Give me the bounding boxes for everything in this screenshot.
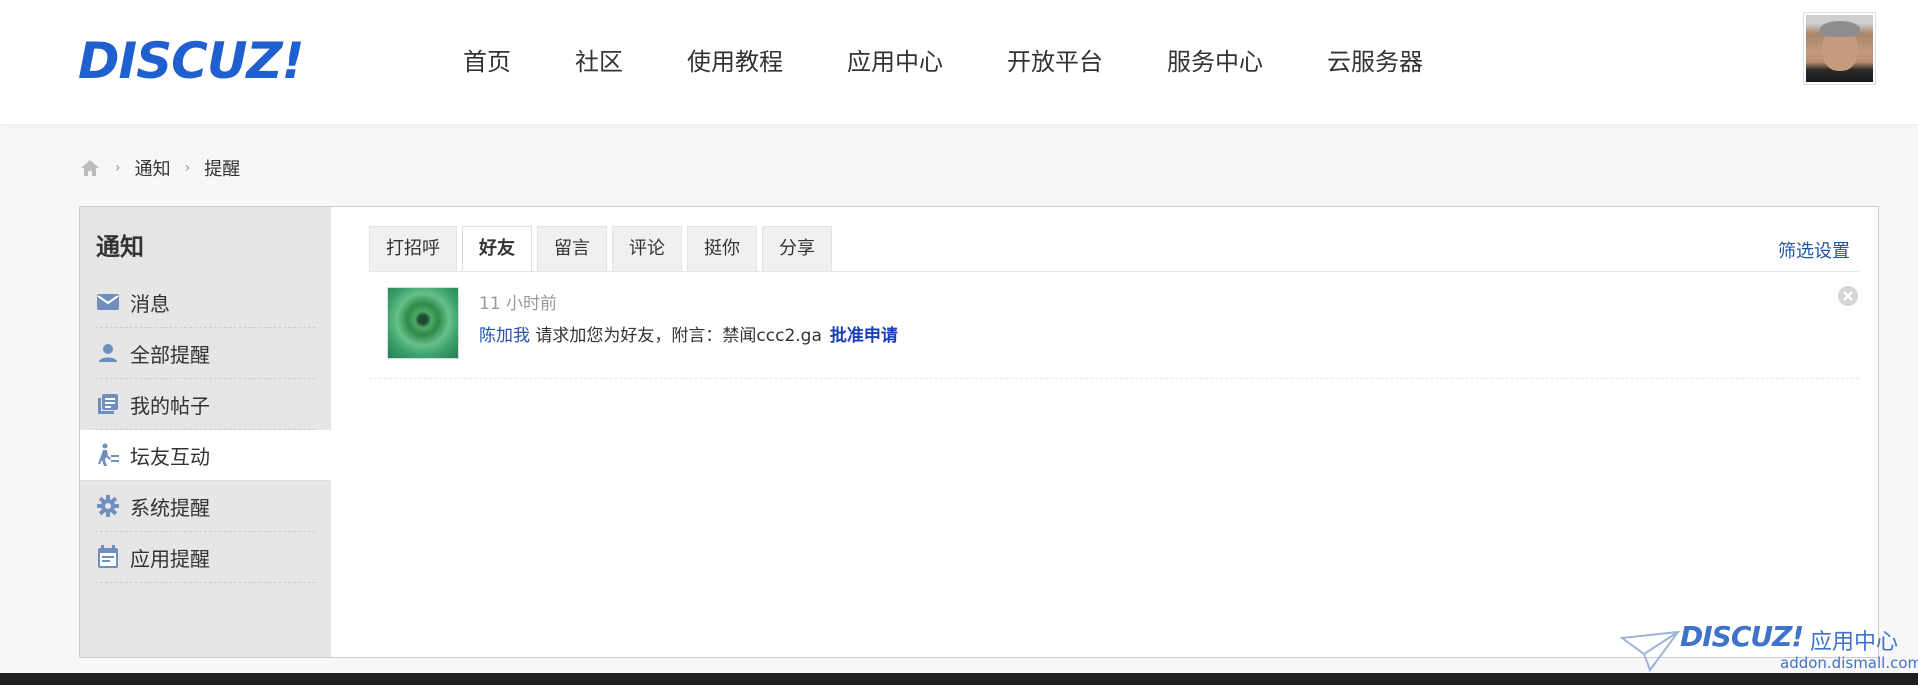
breadcrumb-separator: › bbox=[115, 160, 121, 176]
breadcrumb-separator: › bbox=[184, 160, 191, 176]
calendar-icon bbox=[96, 545, 120, 569]
notice-user-avatar[interactable] bbox=[387, 287, 459, 359]
tab-support[interactable]: 挺你 bbox=[687, 226, 757, 272]
sidebar: 通知 消息 全部提醒 我的帖子 坛友互动 系统提醒 应用提醒 bbox=[80, 207, 331, 657]
user-avatar[interactable] bbox=[1803, 12, 1876, 85]
home-icon[interactable] bbox=[79, 158, 101, 178]
nav-item-open-platform[interactable]: 开放平台 bbox=[1007, 42, 1103, 77]
notification-panel: 通知 消息 全部提醒 我的帖子 坛友互动 系统提醒 应用提醒 打招呼 好友 留言… bbox=[79, 206, 1879, 658]
notice-text: 陈加我 请求加您为好友，附言：禁闻ccc2.ga 批准申请 bbox=[479, 321, 898, 346]
site-logo[interactable]: DISCUZ! bbox=[78, 32, 304, 90]
sidebar-item-app-reminders[interactable]: 应用提醒 bbox=[95, 532, 316, 583]
sidebar-item-label: 消息 bbox=[130, 291, 170, 316]
tab-greet[interactable]: 打招呼 bbox=[369, 226, 457, 272]
sidebar-item-interaction[interactable]: 坛友互动 bbox=[80, 430, 331, 481]
sidebar-title: 通知 bbox=[96, 233, 144, 261]
watermark-label: 应用中心 bbox=[1810, 630, 1899, 655]
watermark-logo: DISCUZ! bbox=[1680, 620, 1804, 653]
content-area: 打招呼 好友 留言 评论 挺你 分享 筛选设置 11 小时前 陈加我 请求加您为… bbox=[331, 207, 1878, 657]
sidebar-item-label: 我的帖子 bbox=[130, 393, 210, 418]
breadcrumb-item-reminder[interactable]: 提醒 bbox=[204, 155, 240, 181]
site-header: DISCUZ! 首页 社区 使用教程 应用中心 开放平台 服务中心 云服务器 bbox=[0, 0, 1918, 125]
nav-item-app-center[interactable]: 应用中心 bbox=[847, 42, 943, 77]
notice-time: 11 小时前 bbox=[479, 294, 558, 314]
nav-item-service-center[interactable]: 服务中心 bbox=[1167, 42, 1263, 77]
breadcrumb: › 通知 › 提醒 bbox=[79, 155, 240, 181]
sidebar-item-label: 坛友互动 bbox=[130, 444, 210, 469]
tab-share[interactable]: 分享 bbox=[762, 226, 832, 272]
tab-friends[interactable]: 好友 bbox=[462, 226, 532, 272]
tab-comments[interactable]: 评论 bbox=[612, 226, 682, 272]
nav-item-home[interactable]: 首页 bbox=[463, 42, 511, 77]
close-icon[interactable] bbox=[1837, 285, 1859, 307]
watermark-url: addon.dismall.com bbox=[1780, 654, 1918, 672]
watermark: DISCUZ! 应用中心 addon.dismall.com bbox=[1620, 620, 1918, 675]
user-icon bbox=[96, 341, 120, 365]
notice-item: 11 小时前 陈加我 请求加您为好友，附言：禁闻ccc2.ga 批准申请 bbox=[369, 272, 1859, 379]
sidebar-item-label: 全部提醒 bbox=[130, 342, 210, 367]
sidebar-item-label: 应用提醒 bbox=[130, 546, 210, 571]
sidebar-item-system-reminders[interactable]: 系统提醒 bbox=[95, 481, 316, 532]
sidebar-item-label: 系统提醒 bbox=[130, 495, 210, 520]
tab-messages[interactable]: 留言 bbox=[537, 226, 607, 272]
footer-bar bbox=[0, 673, 1918, 685]
nav-item-cloud-server[interactable]: 云服务器 bbox=[1327, 42, 1423, 77]
sidebar-item-all-reminders[interactable]: 全部提醒 bbox=[95, 328, 316, 379]
paper-plane-icon bbox=[1620, 630, 1680, 673]
interaction-icon bbox=[96, 443, 120, 467]
nav-item-community[interactable]: 社区 bbox=[575, 42, 623, 77]
tab-bar: 打招呼 好友 留言 评论 挺你 分享 bbox=[369, 226, 837, 272]
main-nav: 首页 社区 使用教程 应用中心 开放平台 服务中心 云服务器 bbox=[463, 42, 1487, 77]
filter-settings-link[interactable]: 筛选设置 bbox=[1778, 237, 1850, 263]
approve-request-link[interactable]: 批准申请 bbox=[830, 326, 898, 346]
notice-user-link[interactable]: 陈加我 bbox=[479, 326, 530, 346]
breadcrumb-item-notice[interactable]: 通知 bbox=[135, 155, 171, 181]
posts-icon bbox=[96, 392, 120, 416]
notice-message: 请求加您为好友，附言：禁闻ccc2.ga bbox=[530, 326, 822, 346]
sidebar-item-my-posts[interactable]: 我的帖子 bbox=[95, 379, 316, 430]
gear-icon bbox=[96, 494, 120, 518]
avatar-image bbox=[1806, 15, 1873, 82]
sidebar-list: 消息 全部提醒 我的帖子 坛友互动 系统提醒 应用提醒 bbox=[80, 277, 331, 583]
sidebar-item-messages[interactable]: 消息 bbox=[95, 277, 316, 328]
mail-icon bbox=[96, 290, 120, 314]
nav-item-tutorial[interactable]: 使用教程 bbox=[687, 42, 783, 77]
